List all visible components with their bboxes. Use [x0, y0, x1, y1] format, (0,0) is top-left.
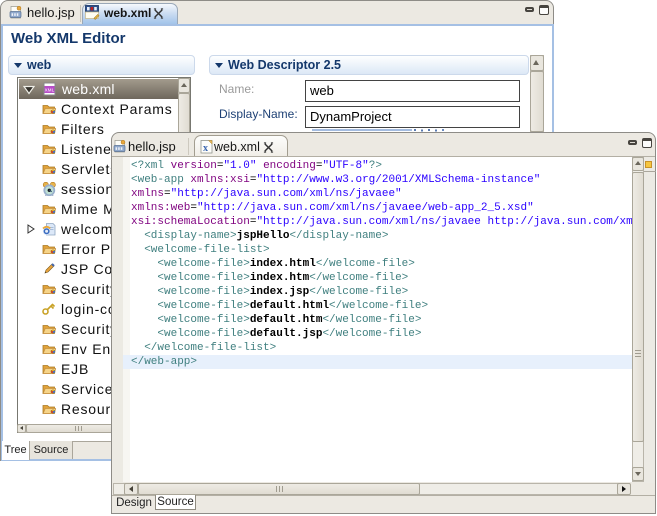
svg-text:XML: XML [45, 88, 55, 93]
svg-text:x: x [203, 143, 208, 154]
